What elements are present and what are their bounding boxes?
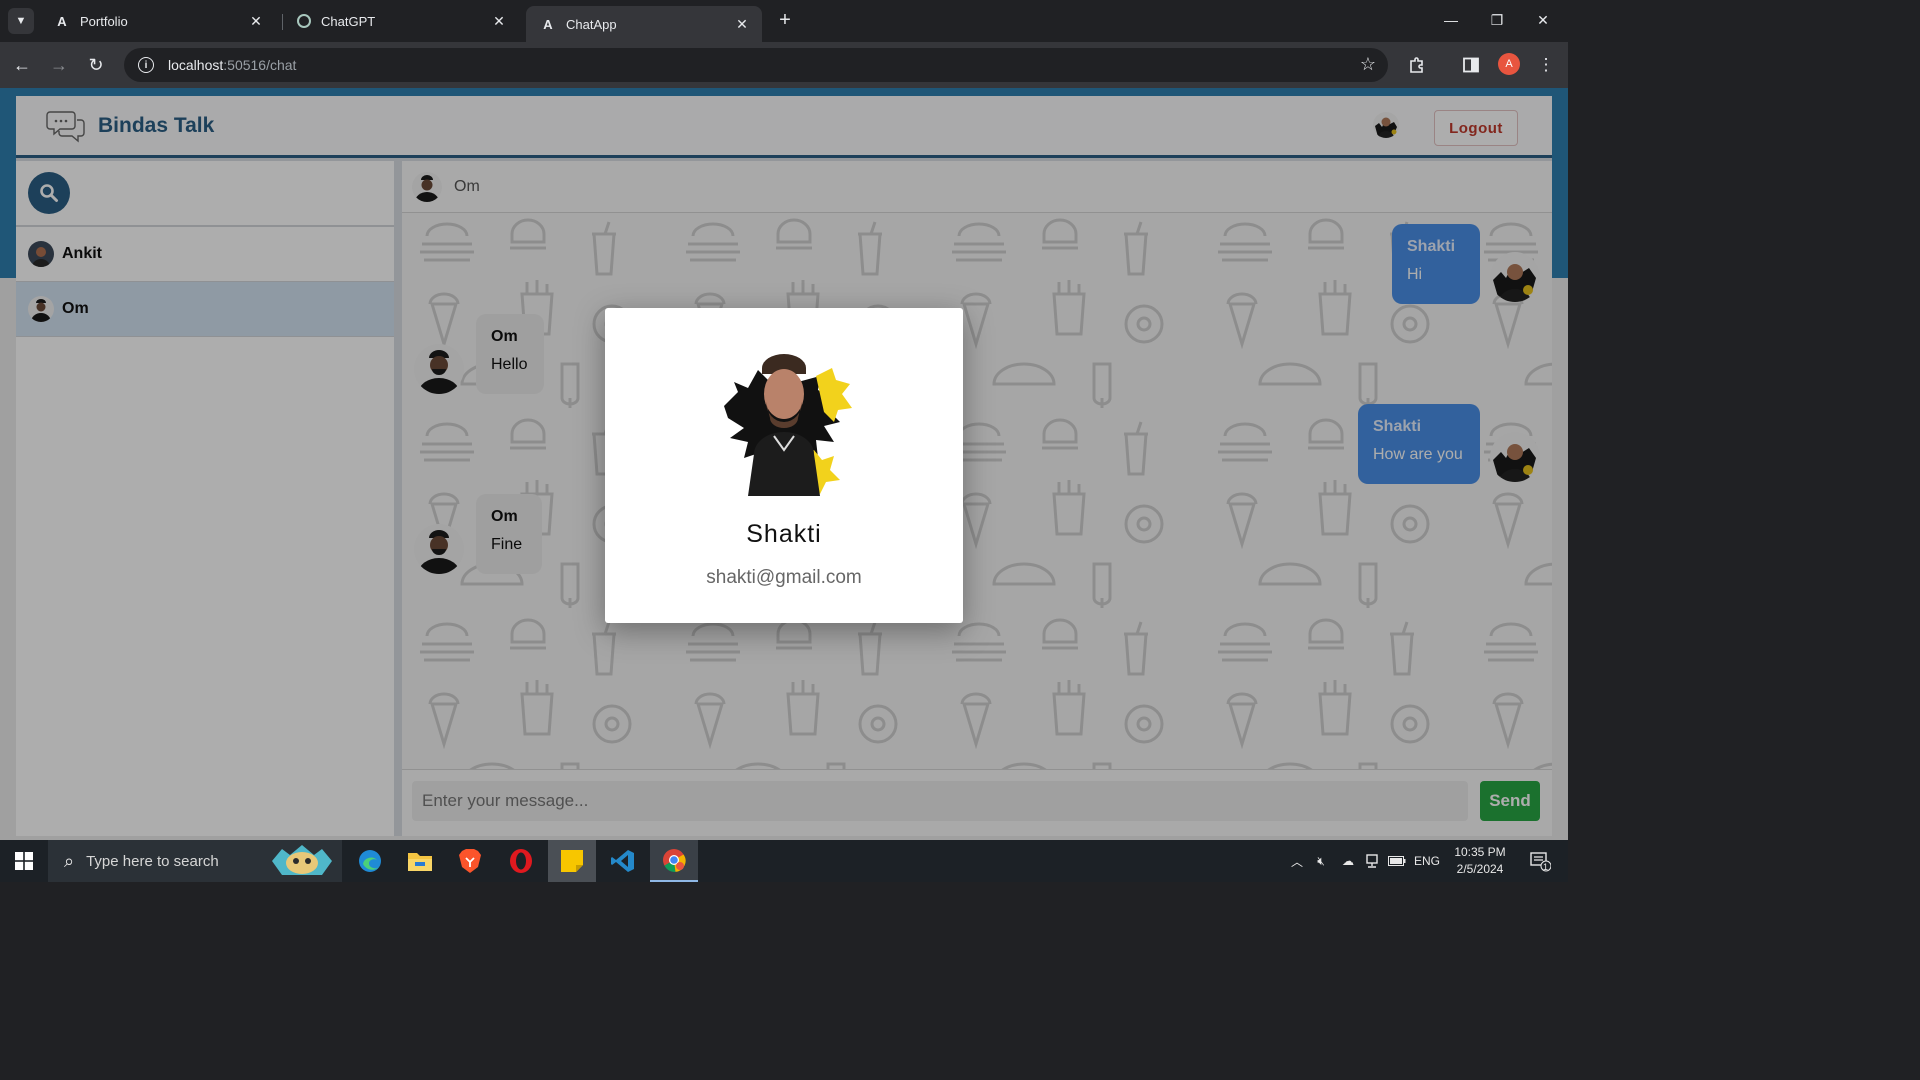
clock-time: 10:35 PM xyxy=(1454,845,1506,859)
file-explorer-icon[interactable] xyxy=(396,840,444,882)
notification-count: 1 xyxy=(1543,862,1549,872)
profile-photo xyxy=(724,354,852,496)
edge-browser-icon[interactable] xyxy=(346,840,394,882)
chatapp-favicon-icon: A xyxy=(543,16,553,32)
brave-browser-icon[interactable] xyxy=(446,840,494,882)
taskbar-search-box[interactable]: ⌕ Type here to search xyxy=(48,840,342,882)
start-button[interactable] xyxy=(0,840,48,882)
network-icon[interactable] xyxy=(1362,840,1382,882)
search-icon: ⌕ xyxy=(64,850,75,871)
side-panel-icon[interactable] xyxy=(1459,53,1483,77)
windows-logo-icon xyxy=(15,852,33,870)
volume-muted-icon[interactable]: 🔇︎ xyxy=(1310,840,1332,882)
clock-date: 2/5/2024 xyxy=(1456,862,1504,876)
profile-name: Shakti xyxy=(746,520,822,548)
portfolio-favicon-icon: A xyxy=(57,13,67,29)
taskbar-search-placeholder: Type here to search xyxy=(86,852,219,870)
bookmark-star-icon[interactable]: ☆ xyxy=(1360,54,1376,75)
close-tab-icon[interactable]: ✕ xyxy=(732,16,752,33)
sticky-notes-icon[interactable] xyxy=(548,840,596,882)
browser-tab-bar: ▼ A Portfolio ✕ ChatGPT ✕ A ChatApp ✕ + … xyxy=(0,0,1568,42)
input-language[interactable]: ENG xyxy=(1410,840,1444,882)
tab-title: ChatApp xyxy=(566,16,617,32)
url-host: localhost xyxy=(168,57,224,73)
profile-modal: Shakti shakti@gmail.com xyxy=(605,308,963,623)
tab-portfolio[interactable]: A Portfolio ✕ xyxy=(40,6,276,36)
restore-window-button[interactable]: ❐ xyxy=(1474,0,1520,40)
chatgpt-favicon-icon xyxy=(297,14,311,28)
chrome-browser-icon[interactable] xyxy=(650,840,698,882)
notification-center-icon[interactable]: 1 xyxy=(1520,840,1560,882)
show-hidden-icons-chevron-icon[interactable]: ︿ xyxy=(1286,840,1308,882)
new-tab-button[interactable]: + xyxy=(774,9,796,31)
browser-menu-icon[interactable]: ⋮ xyxy=(1534,53,1558,77)
minimize-window-button[interactable]: — xyxy=(1428,0,1474,40)
tab-chatgpt[interactable]: ChatGPT ✕ xyxy=(283,6,519,36)
vscode-icon[interactable] xyxy=(599,840,647,882)
extensions-puzzle-icon[interactable] xyxy=(1405,53,1429,77)
close-window-button[interactable]: ✕ xyxy=(1520,0,1566,40)
close-tab-icon[interactable]: ✕ xyxy=(246,13,266,30)
address-bar[interactable]: i localhost:50516/chat ☆ xyxy=(124,48,1388,82)
tab-title: ChatGPT xyxy=(321,13,376,29)
url-path: :50516/chat xyxy=(223,57,297,73)
reload-button[interactable]: ↻ xyxy=(83,52,109,78)
system-clock[interactable]: 10:35 PM 2/5/2024 xyxy=(1446,844,1514,878)
tab-title: Portfolio xyxy=(80,13,128,29)
forward-button[interactable]: → xyxy=(46,52,72,78)
profile-email: shakti@gmail.com xyxy=(706,567,862,588)
browser-profile-avatar[interactable]: A xyxy=(1498,53,1520,75)
search-highlight-mask-icon xyxy=(272,845,332,875)
tab-search-button[interactable]: ▼ xyxy=(8,8,34,34)
browser-toolbar: ← → ↻ i localhost:50516/chat ☆ ⋮ xyxy=(0,42,1568,88)
battery-icon[interactable] xyxy=(1386,840,1408,882)
close-tab-icon[interactable]: ✕ xyxy=(489,13,509,30)
opera-browser-icon[interactable] xyxy=(497,840,545,882)
windows-taskbar: ⌕ Type here to search ︿ 🔇︎ ☁ ENG 10:35 P… xyxy=(0,840,1568,882)
tab-chatapp[interactable]: A ChatApp ✕ xyxy=(526,6,762,42)
site-info-icon[interactable]: i xyxy=(138,57,154,73)
onedrive-cloud-icon[interactable]: ☁ xyxy=(1336,840,1360,882)
back-button[interactable]: ← xyxy=(9,52,35,78)
